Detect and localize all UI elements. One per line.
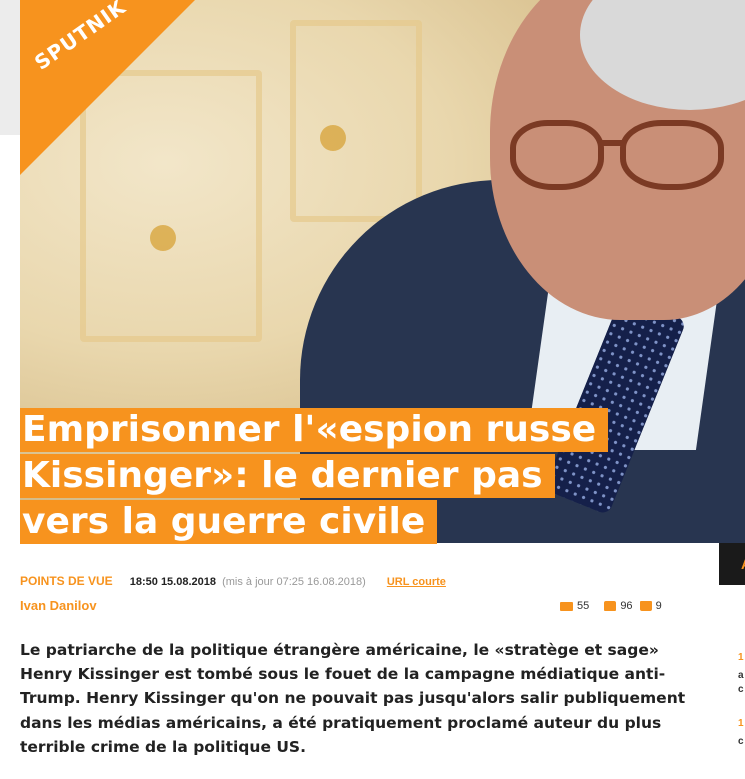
sidebar-snippet[interactable]: c [738, 684, 744, 695]
headline-line: Kissinger»: le dernier pas [20, 454, 555, 498]
updated-datetime: (mis à jour 07:25 16.08.2018) [222, 576, 366, 588]
comment-icon[interactable] [560, 601, 573, 611]
sidebar-header[interactable]: A [719, 543, 745, 585]
article-stats: 55 96 9 [560, 600, 662, 612]
article-lead: Le patriarche de la politique étrangère … [20, 641, 686, 756]
dislike-count: 9 [655, 600, 662, 613]
short-url-link[interactable]: URL courte [387, 576, 446, 588]
sidebar-snippet[interactable]: 1 [738, 652, 744, 663]
category-link[interactable]: POINTS DE VUE [20, 574, 113, 588]
headline-line: Emprisonner l'«espion russe [20, 408, 609, 452]
article-headline: Emprisonner l'«espion russe Kissinger»: … [20, 408, 680, 546]
thumbs-down-icon[interactable] [639, 601, 652, 612]
sidebar-snippet[interactable]: a [738, 670, 744, 681]
article-meta: POINTS DE VUE 18:50 15.08.2018 (mis à jo… [20, 574, 446, 588]
headline-line: vers la guerre civile [20, 500, 438, 544]
thumbs-up-icon[interactable] [604, 601, 617, 612]
sidebar-snippet[interactable]: 1 [738, 718, 744, 729]
sidebar-snippet[interactable]: c [738, 736, 744, 747]
comment-count: 55 [577, 600, 590, 613]
like-count: 96 [620, 600, 633, 613]
author-link[interactable]: Ivan Danilov [20, 598, 97, 613]
publish-datetime: 18:50 15.08.2018 [129, 576, 216, 588]
